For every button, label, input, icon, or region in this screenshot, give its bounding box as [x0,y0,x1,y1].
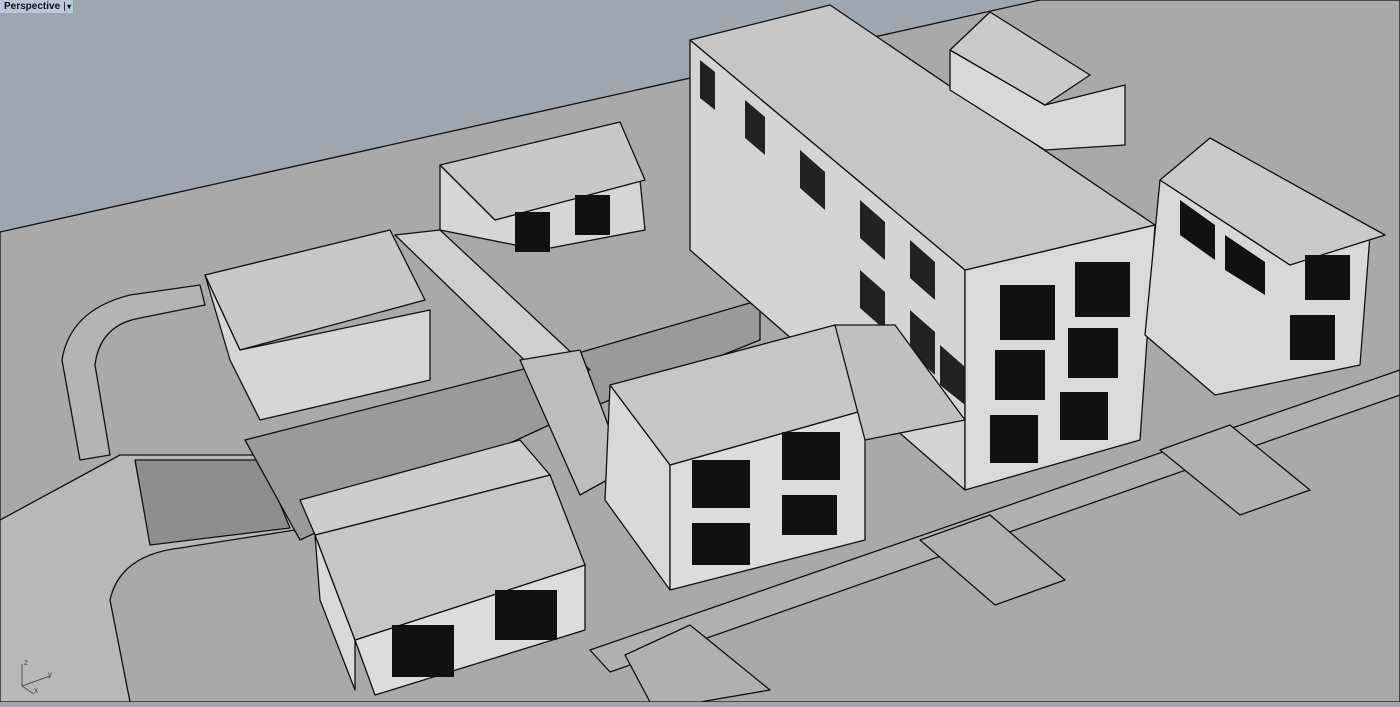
dropdown-arrow-icon[interactable]: ▾ [64,2,71,11]
axis-z-label: z [24,658,28,667]
viewport-title-tab[interactable]: Perspective ▾ [0,0,75,13]
axis-y-label: y [48,670,52,679]
viewport-name: Perspective [4,1,61,12]
axis-x-label: x [34,686,38,695]
axis-widget-icon: z y x [14,656,54,696]
scene-render[interactable] [0,0,1400,703]
perspective-viewport[interactable]: Perspective ▾ z y x [0,0,1400,703]
